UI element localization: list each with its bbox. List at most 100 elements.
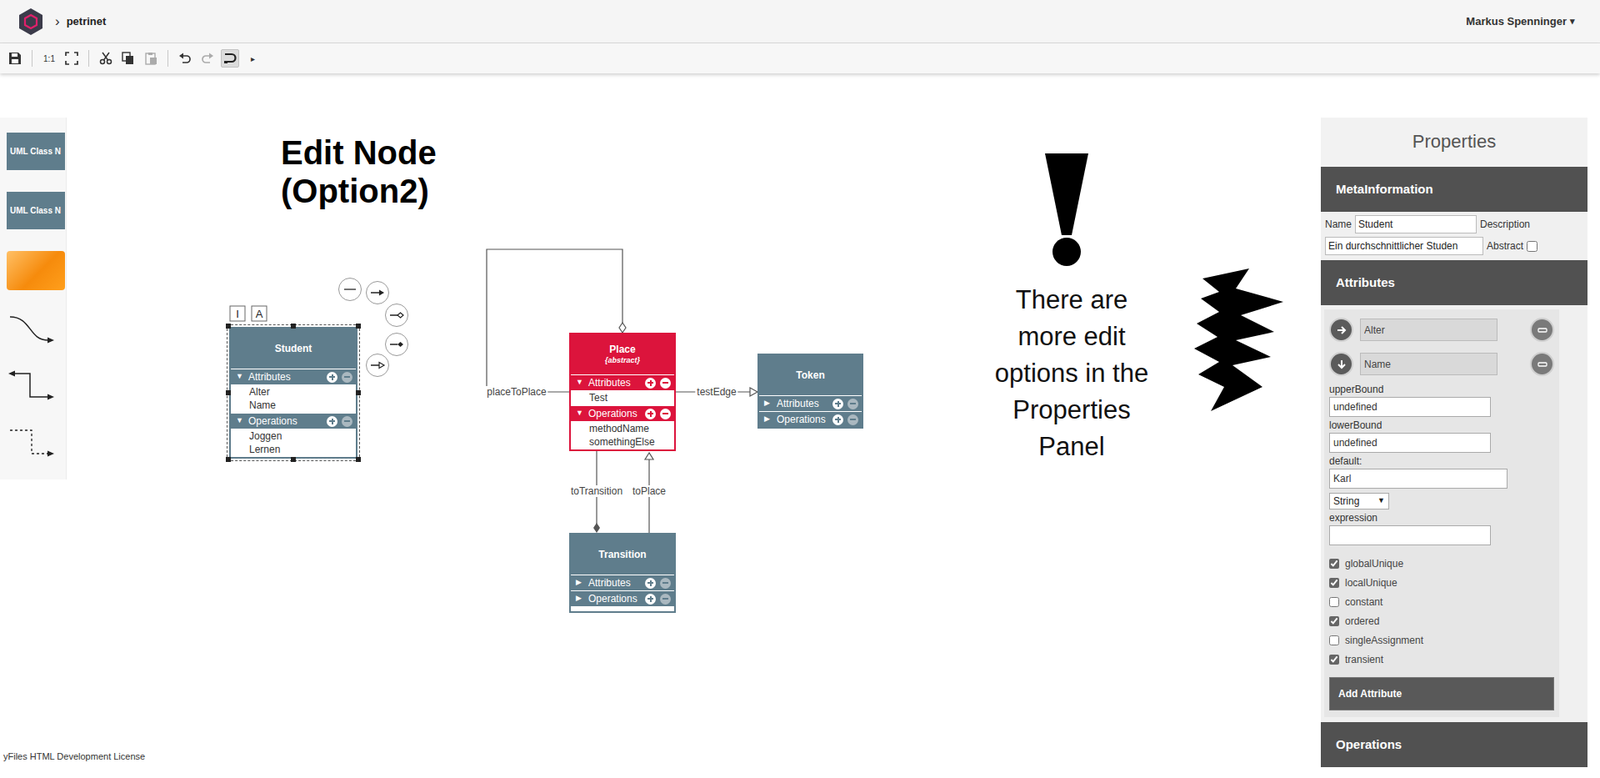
flag-checkbox[interactable] [1329,596,1340,607]
undo-button[interactable] [175,49,195,68]
section-header[interactable]: Attributes [1320,260,1588,305]
abstract-checkbox[interactable] [1526,240,1538,252]
attribute-name-field[interactable] [1360,318,1498,341]
add-member-button[interactable] [326,415,338,427]
resize-handle[interactable] [290,456,296,462]
more-button[interactable]: ▸ [243,49,262,68]
detail-field[interactable] [1329,468,1508,489]
copy-button[interactable] [119,49,138,68]
detail-field[interactable] [1329,525,1491,545]
flag-checkbox[interactable] [1329,577,1340,588]
diagram-canvas[interactable]: Edit Node(Option2)There aremore editopti… [66,73,1321,778]
user-caret[interactable]: ▾ [1570,14,1575,29]
section-bar[interactable]: ▼Attributes [230,368,356,385]
flag-checkbox[interactable] [1329,558,1340,569]
flag-checkbox[interactable] [1329,635,1340,645]
create-edge-button[interactable] [338,277,362,301]
section-toggle[interactable]: ▶ [764,397,773,410]
section-toggle[interactable]: ▼ [575,376,585,389]
node-title[interactable]: Student [275,342,313,355]
flag-row[interactable]: localUnique [1329,572,1555,592]
add-member-button[interactable] [645,408,656,420]
flag-row[interactable]: ordered [1329,610,1555,630]
member-item[interactable]: methodName [589,421,675,435]
section-header[interactable]: Operations [1320,721,1588,767]
palette-node-template[interactable]: UML Class N [6,191,65,230]
remove-member-button[interactable] [660,593,671,605]
save-button[interactable] [5,49,25,68]
add-member-button[interactable] [645,377,656,389]
user-name[interactable]: Markus Spenninger [1465,13,1567,30]
section-toggle[interactable]: ▼ [235,415,245,427]
snapping-toggle[interactable] [220,49,240,68]
class-node[interactable]: Student▼AttributesAlterName▼OperationsJo… [229,326,358,459]
resize-handle[interactable] [355,390,361,395]
node-title[interactable]: Transition [598,548,646,561]
node-header[interactable]: Student [230,328,356,369]
name-field[interactable] [1355,215,1477,234]
resize-handle[interactable] [355,456,361,462]
flag-row[interactable]: globalUnique [1329,553,1555,573]
node-header[interactable]: Token [759,355,862,395]
create-edge-button[interactable] [385,303,409,327]
remove-attribute-button[interactable] [1530,317,1555,342]
type-select[interactable]: String▼ [1329,492,1390,510]
expand-toggle-button[interactable] [1329,351,1354,376]
detail-field[interactable] [1329,396,1491,417]
resize-handle[interactable] [225,456,231,462]
remove-member-button[interactable] [660,377,671,389]
section-bar[interactable]: ▶Attributes [759,395,862,411]
remove-member-button[interactable] [847,398,859,410]
resize-handle[interactable] [225,323,231,329]
flag-row[interactable]: transient [1329,649,1555,669]
zoom-reset-button[interactable]: 1:1 [40,49,59,68]
project-name[interactable]: petrinet [66,13,107,30]
section-toggle[interactable]: ▼ [575,407,585,420]
cut-button[interactable] [96,49,115,68]
section-bar[interactable]: ▶Attributes [570,574,675,590]
add-member-button[interactable] [645,577,656,589]
expand-toggle-button[interactable] [1329,317,1354,342]
remove-member-button[interactable] [660,408,671,420]
edge-label[interactable]: placeToPlace [485,385,548,398]
class-node[interactable]: Token▶Attributes▶Operations [757,353,864,429]
section-toggle[interactable]: ▶ [575,592,585,605]
redo-button[interactable] [198,49,217,68]
remove-member-button[interactable] [847,414,859,425]
edge-label[interactable]: toTransition [569,485,625,497]
flag-row[interactable]: constant [1329,591,1555,611]
remove-member-button[interactable] [341,371,353,383]
section-bar[interactable]: ▶Operations [759,410,862,427]
fit-button[interactable] [62,49,81,68]
section-toggle[interactable]: ▶ [764,413,773,425]
add-attribute-button[interactable]: Add Attribute [1329,676,1555,710]
node-header[interactable]: Transition [570,534,675,575]
resize-handle[interactable] [225,390,231,395]
remove-member-button[interactable] [660,577,671,589]
class-node[interactable]: Place{abstract}▼AttributesTest▼Operation… [569,332,676,451]
node-title[interactable]: Place [609,343,635,356]
member-item[interactable]: somethingElse [589,435,675,449]
section-bar[interactable]: ▶Operations [570,590,675,606]
paste-button[interactable] [141,49,160,68]
add-member-button[interactable] [326,371,338,383]
add-member-button[interactable] [645,593,656,605]
detail-field[interactable] [1329,432,1491,453]
attribute-name-field[interactable] [1360,352,1498,375]
create-edge-button[interactable] [385,332,409,356]
edge-label[interactable]: toPlace [630,485,668,497]
resize-handle[interactable] [355,323,361,329]
member-item[interactable]: Test [589,390,675,405]
section-header[interactable]: MetaInformation [1320,166,1588,212]
remove-attribute-button[interactable] [1530,351,1555,376]
description-field[interactable] [1325,236,1484,255]
resize-handle[interactable] [290,323,296,329]
section-bar[interactable]: ▼Operations [230,412,356,429]
member-item[interactable]: Alter [249,385,356,399]
palette-shape-template[interactable] [6,250,65,290]
create-edge-button[interactable] [365,353,390,377]
selection-tag[interactable]: A [251,305,268,322]
member-item[interactable]: Lernen [249,442,356,456]
flag-checkbox[interactable] [1329,654,1340,665]
edge-label[interactable]: testEdge [695,385,738,398]
